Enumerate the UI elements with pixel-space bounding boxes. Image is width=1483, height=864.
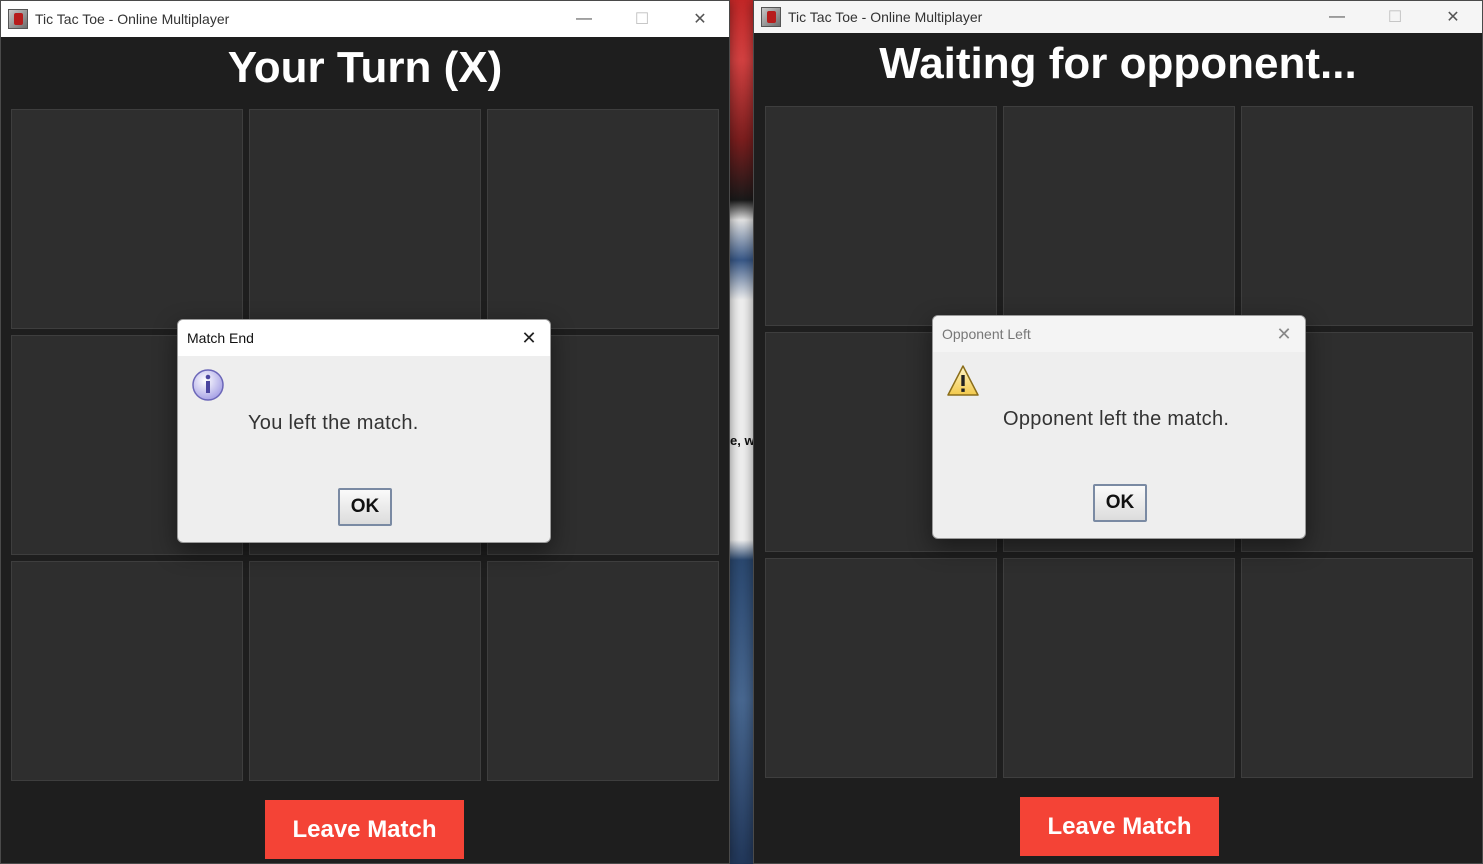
window-title: Tic Tac Toe - Online Multiplayer [788, 9, 983, 25]
ok-button[interactable]: OK [338, 488, 392, 526]
window-title: Tic Tac Toe - Online Multiplayer [35, 11, 230, 27]
dialog-title: Match End [187, 330, 254, 346]
board-cell-8[interactable] [1003, 558, 1235, 778]
warning-icon [947, 365, 979, 396]
board-cell-1[interactable] [11, 109, 243, 329]
java-app-icon [761, 7, 781, 27]
minimize-button[interactable]: — [1308, 1, 1366, 33]
board-cell-1[interactable] [765, 106, 997, 326]
dialog-message: Opponent left the match. [1003, 408, 1230, 430]
dialog-close-button[interactable]: ✕ [508, 328, 550, 349]
close-window-button[interactable]: ✕ [1424, 1, 1482, 33]
leave-match-button[interactable]: Leave Match [265, 800, 464, 859]
java-app-icon [8, 9, 28, 29]
match-end-dialog: Match End ✕ You left the match. OK [177, 319, 551, 543]
board-cell-9[interactable] [487, 561, 719, 781]
ok-button[interactable]: OK [1093, 484, 1147, 522]
minimize-button[interactable]: — [555, 1, 613, 37]
title-bar[interactable]: Tic Tac Toe - Online Multiplayer — ☐ ✕ [754, 1, 1482, 33]
maximize-button[interactable]: ☐ [613, 1, 671, 37]
close-window-button[interactable]: ✕ [671, 1, 729, 37]
maximize-button[interactable]: ☐ [1366, 1, 1424, 33]
board-cell-2[interactable] [1003, 106, 1235, 326]
title-bar[interactable]: Tic Tac Toe - Online Multiplayer — ☐ ✕ [1, 1, 729, 37]
leave-match-button[interactable]: Leave Match [1020, 797, 1219, 856]
board-cell-3[interactable] [1241, 106, 1473, 326]
background-text-fragment: e, w [730, 433, 755, 448]
board-cell-9[interactable] [1241, 558, 1473, 778]
board-cell-8[interactable] [249, 561, 481, 781]
board-cell-7[interactable] [11, 561, 243, 781]
turn-status-heading: Waiting for opponent... [879, 39, 1357, 88]
opponent-left-dialog: Opponent Left ✕ Opponent left the match.… [932, 315, 1306, 539]
board-cell-7[interactable] [765, 558, 997, 778]
info-icon [192, 369, 224, 401]
board-cell-3[interactable] [487, 109, 719, 329]
board-cell-2[interactable] [249, 109, 481, 329]
dialog-message: You left the match. [248, 412, 419, 434]
dialog-title-bar[interactable]: Opponent Left ✕ [933, 316, 1305, 352]
turn-status-heading: Your Turn (X) [227, 43, 503, 92]
dialog-title-bar[interactable]: Match End ✕ [178, 320, 550, 356]
dialog-title: Opponent Left [942, 326, 1031, 342]
dialog-close-button[interactable]: ✕ [1263, 324, 1305, 345]
